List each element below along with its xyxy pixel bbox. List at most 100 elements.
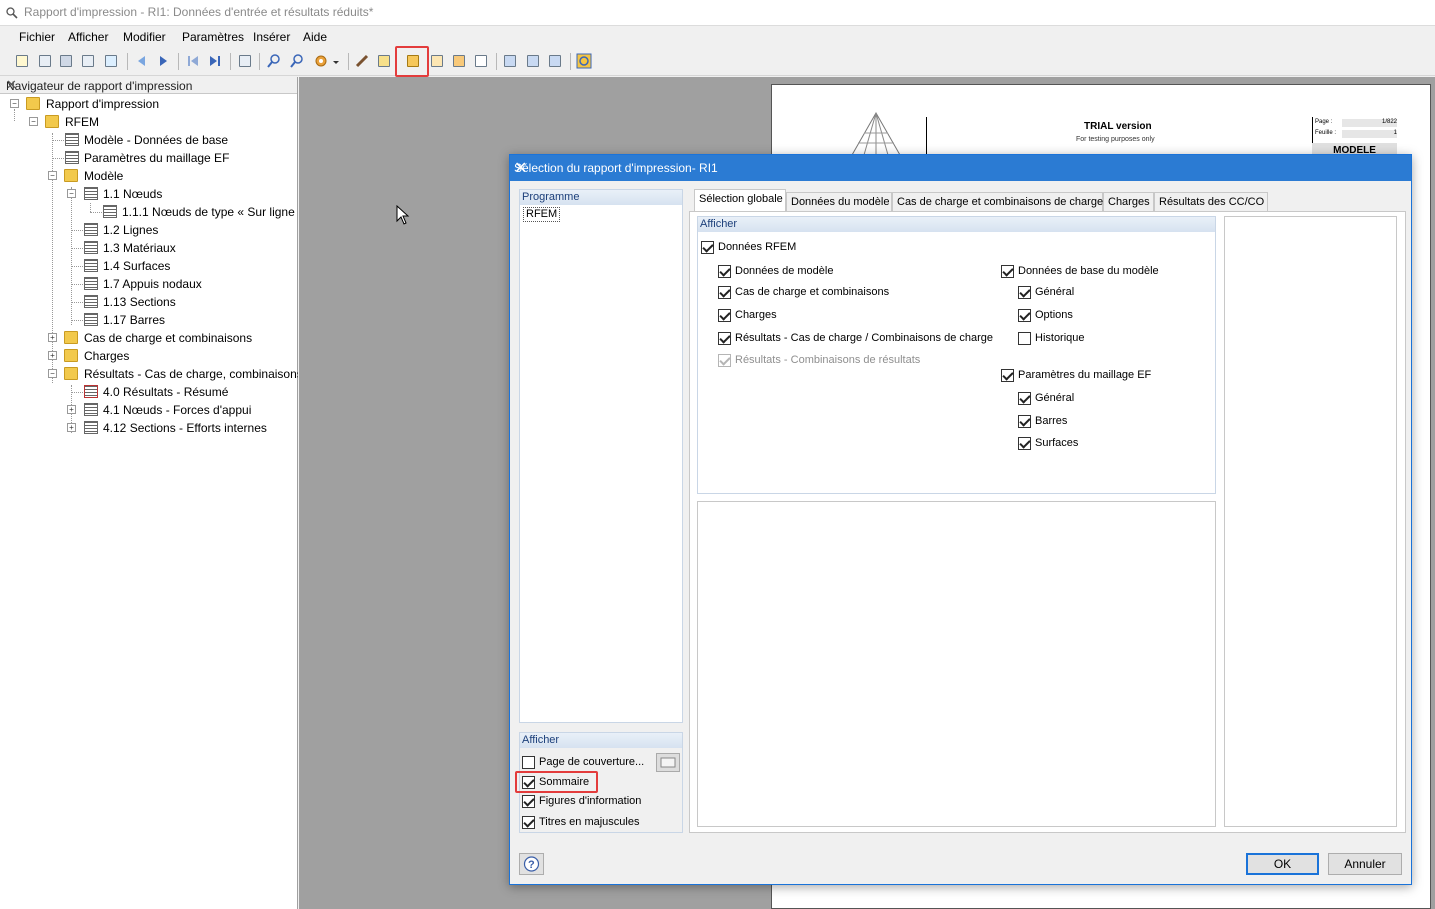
- tree-node-barres[interactable]: 1.17 Barres: [0, 311, 298, 329]
- tree-node-parametres-maillage[interactable]: Paramètres du maillage EF: [0, 149, 298, 167]
- tree-node-modele[interactable]: − Modèle: [0, 167, 298, 185]
- menu-modifier[interactable]: Modifier: [123, 30, 166, 44]
- report-selection-dialog: Sélection du rapport d'impression- RI1 ✕…: [509, 154, 1412, 885]
- tree-node-charges[interactable]: + Charges: [0, 347, 298, 365]
- tree-node-resultats-resume[interactable]: 4.0 Résultats - Résumé: [0, 383, 298, 401]
- tab-selection-globale[interactable]: Sélection globale: [694, 189, 786, 212]
- cover-page-settings-button[interactable]: [656, 753, 680, 772]
- page-settings-icon[interactable]: [451, 53, 467, 69]
- link-edit-icon[interactable]: [525, 53, 541, 69]
- menu-aide[interactable]: Aide: [303, 30, 327, 44]
- tree-node-noeuds[interactable]: − 1.1 Nœuds: [0, 185, 298, 203]
- help-icon: ?: [523, 856, 540, 872]
- report-selection-highlight: [395, 46, 429, 77]
- menu-parametres[interactable]: Paramètres: [182, 30, 244, 44]
- checkbox-donnees-modele[interactable]: Données de modèle: [718, 264, 978, 280]
- menu-inserer[interactable]: Insérer: [253, 30, 290, 44]
- zoom-out-icon[interactable]: [289, 53, 305, 69]
- last-page-icon[interactable]: [207, 53, 223, 69]
- link-icon[interactable]: [502, 53, 518, 69]
- toolbar: [0, 46, 1435, 77]
- checkbox-donnees-base-modele[interactable]: Données de base du modèle: [1001, 264, 1201, 280]
- menu-fichier[interactable]: Fichier: [19, 30, 55, 44]
- checkbox-figures-information[interactable]: Figures d'information: [522, 794, 672, 810]
- tree-node-efforts-internes[interactable]: + 4.12 Sections - Efforts internes: [0, 419, 298, 437]
- previous-icon[interactable]: [134, 53, 150, 69]
- cursor-icon: [396, 205, 410, 225]
- svg-text:?: ?: [528, 859, 535, 871]
- sommaire-highlight: [515, 771, 598, 793]
- tree-node-rfem[interactable]: − RFEM: [0, 113, 298, 131]
- checkbox-resultats-combinaisons: Résultats - Combinaisons de résultats: [718, 353, 1003, 369]
- open-icon[interactable]: [37, 53, 53, 69]
- select-pointer-icon[interactable]: [376, 53, 392, 69]
- page-icon[interactable]: [429, 53, 445, 69]
- save-icon[interactable]: [58, 53, 74, 69]
- blank-page-icon[interactable]: [473, 53, 489, 69]
- afficher-panel: Afficher Données RFEM Données de modèle …: [697, 216, 1216, 494]
- page-value: 1/822: [1342, 119, 1397, 127]
- trial-version: TRIAL version: [1084, 121, 1152, 132]
- tree-node-lignes[interactable]: 1.2 Lignes: [0, 221, 298, 239]
- close-icon[interactable]: ✕: [514, 158, 1403, 178]
- tab-donnees-modele[interactable]: Données du modèle: [786, 192, 892, 211]
- settings-icon[interactable]: [313, 53, 329, 69]
- refresh-icon[interactable]: [103, 53, 119, 69]
- dropdown-arrow-icon[interactable]: [331, 53, 341, 69]
- details-panel: [697, 501, 1216, 827]
- checkbox-general-maillage[interactable]: Général: [1018, 391, 1138, 407]
- zoom-in-icon[interactable]: [266, 53, 282, 69]
- menu-bar: Fichier Afficher Modifier Paramètres Ins…: [0, 27, 1435, 47]
- tree-node-materiaux[interactable]: 1.3 Matériaux: [0, 239, 298, 257]
- checkbox-parametres-maillage[interactable]: Paramètres du maillage EF: [1001, 368, 1201, 384]
- programme-item-rfem[interactable]: RFEM: [523, 207, 561, 222]
- checkbox-charges[interactable]: Charges: [718, 308, 978, 324]
- checkbox-cas-de-charge-combinaisons[interactable]: Cas de charge et combinaisons: [718, 285, 978, 301]
- checkbox-donnees-rfem[interactable]: Données RFEM: [701, 240, 901, 256]
- checkbox-general-base[interactable]: Général: [1018, 285, 1138, 301]
- tree-node-surfaces[interactable]: 1.4 Surfaces: [0, 257, 298, 275]
- ok-button[interactable]: OK: [1246, 853, 1319, 875]
- window-title: Rapport d'impression - RI1: Données d'en…: [24, 5, 374, 19]
- print-icon[interactable]: [80, 53, 96, 69]
- preview-side-panel: [1224, 216, 1397, 827]
- menu-afficher[interactable]: Afficher: [68, 30, 108, 44]
- tree-node-modele-donnees-base[interactable]: Modèle - Données de base: [0, 131, 298, 149]
- tree-node-sections[interactable]: 1.13 Sections: [0, 293, 298, 311]
- edit-page-icon: [660, 757, 676, 768]
- tree-node-noeuds-sur-ligne[interactable]: 1.1.1 Nœuds de type « Sur ligne »: [0, 203, 298, 221]
- checkbox-titres-majuscules[interactable]: Titres en majuscules: [522, 815, 672, 831]
- next-icon[interactable]: [155, 53, 171, 69]
- edit-pencil-icon[interactable]: [354, 53, 370, 69]
- checkbox-options[interactable]: Options: [1018, 308, 1138, 324]
- tree-node-appuis-nodaux[interactable]: 1.7 Appuis nodaux: [0, 275, 298, 293]
- link-remove-icon[interactable]: [547, 53, 563, 69]
- help-info-icon[interactable]: [576, 53, 592, 69]
- checkbox-barres[interactable]: Barres: [1018, 414, 1138, 430]
- tab-charges[interactable]: Charges: [1103, 192, 1154, 211]
- tab-cas-de-charge[interactable]: Cas de charge et combinaisons de charge: [892, 192, 1103, 211]
- close-icon[interactable]: ✕: [6, 77, 291, 93]
- export-icon[interactable]: [237, 53, 253, 69]
- tree-node-rapport[interactable]: − Rapport d'impression: [0, 95, 298, 113]
- tree-node-forces-appui[interactable]: + 4.1 Nœuds - Forces d'appui: [0, 401, 298, 419]
- tree-node-cas-de-charge[interactable]: + Cas de charge et combinaisons: [0, 329, 298, 347]
- report-navigator: Navigateur de rapport d'impression ✕ − R…: [0, 77, 298, 909]
- logo-tent-icon: [851, 111, 901, 155]
- tab-resultats-cc-co[interactable]: Résultats des CC/CO: [1154, 192, 1268, 211]
- dialog-titlebar: Sélection du rapport d'impression- RI1 ✕: [510, 155, 1411, 181]
- checkbox-resultats-cas-de-charge[interactable]: Résultats - Cas de charge / Combinaisons…: [718, 331, 1003, 347]
- page-label: Page :: [1315, 119, 1333, 125]
- tree-node-resultats[interactable]: − Résultats - Cas de charge, combinaison…: [0, 365, 298, 383]
- checkbox-page-couverture[interactable]: Page de couverture...: [522, 755, 652, 771]
- programme-header: Programme: [522, 191, 580, 203]
- magnifier-icon: [6, 7, 18, 19]
- help-button[interactable]: ?: [519, 853, 544, 875]
- first-page-icon[interactable]: [185, 53, 201, 69]
- checkbox-historique[interactable]: Historique: [1018, 331, 1138, 347]
- checkbox-surfaces[interactable]: Surfaces: [1018, 436, 1138, 452]
- cancel-button[interactable]: Annuler: [1328, 853, 1402, 875]
- programme-panel: Programme RFEM: [519, 189, 683, 723]
- sheet-value: 1: [1342, 130, 1397, 138]
- new-report-icon[interactable]: [14, 53, 30, 69]
